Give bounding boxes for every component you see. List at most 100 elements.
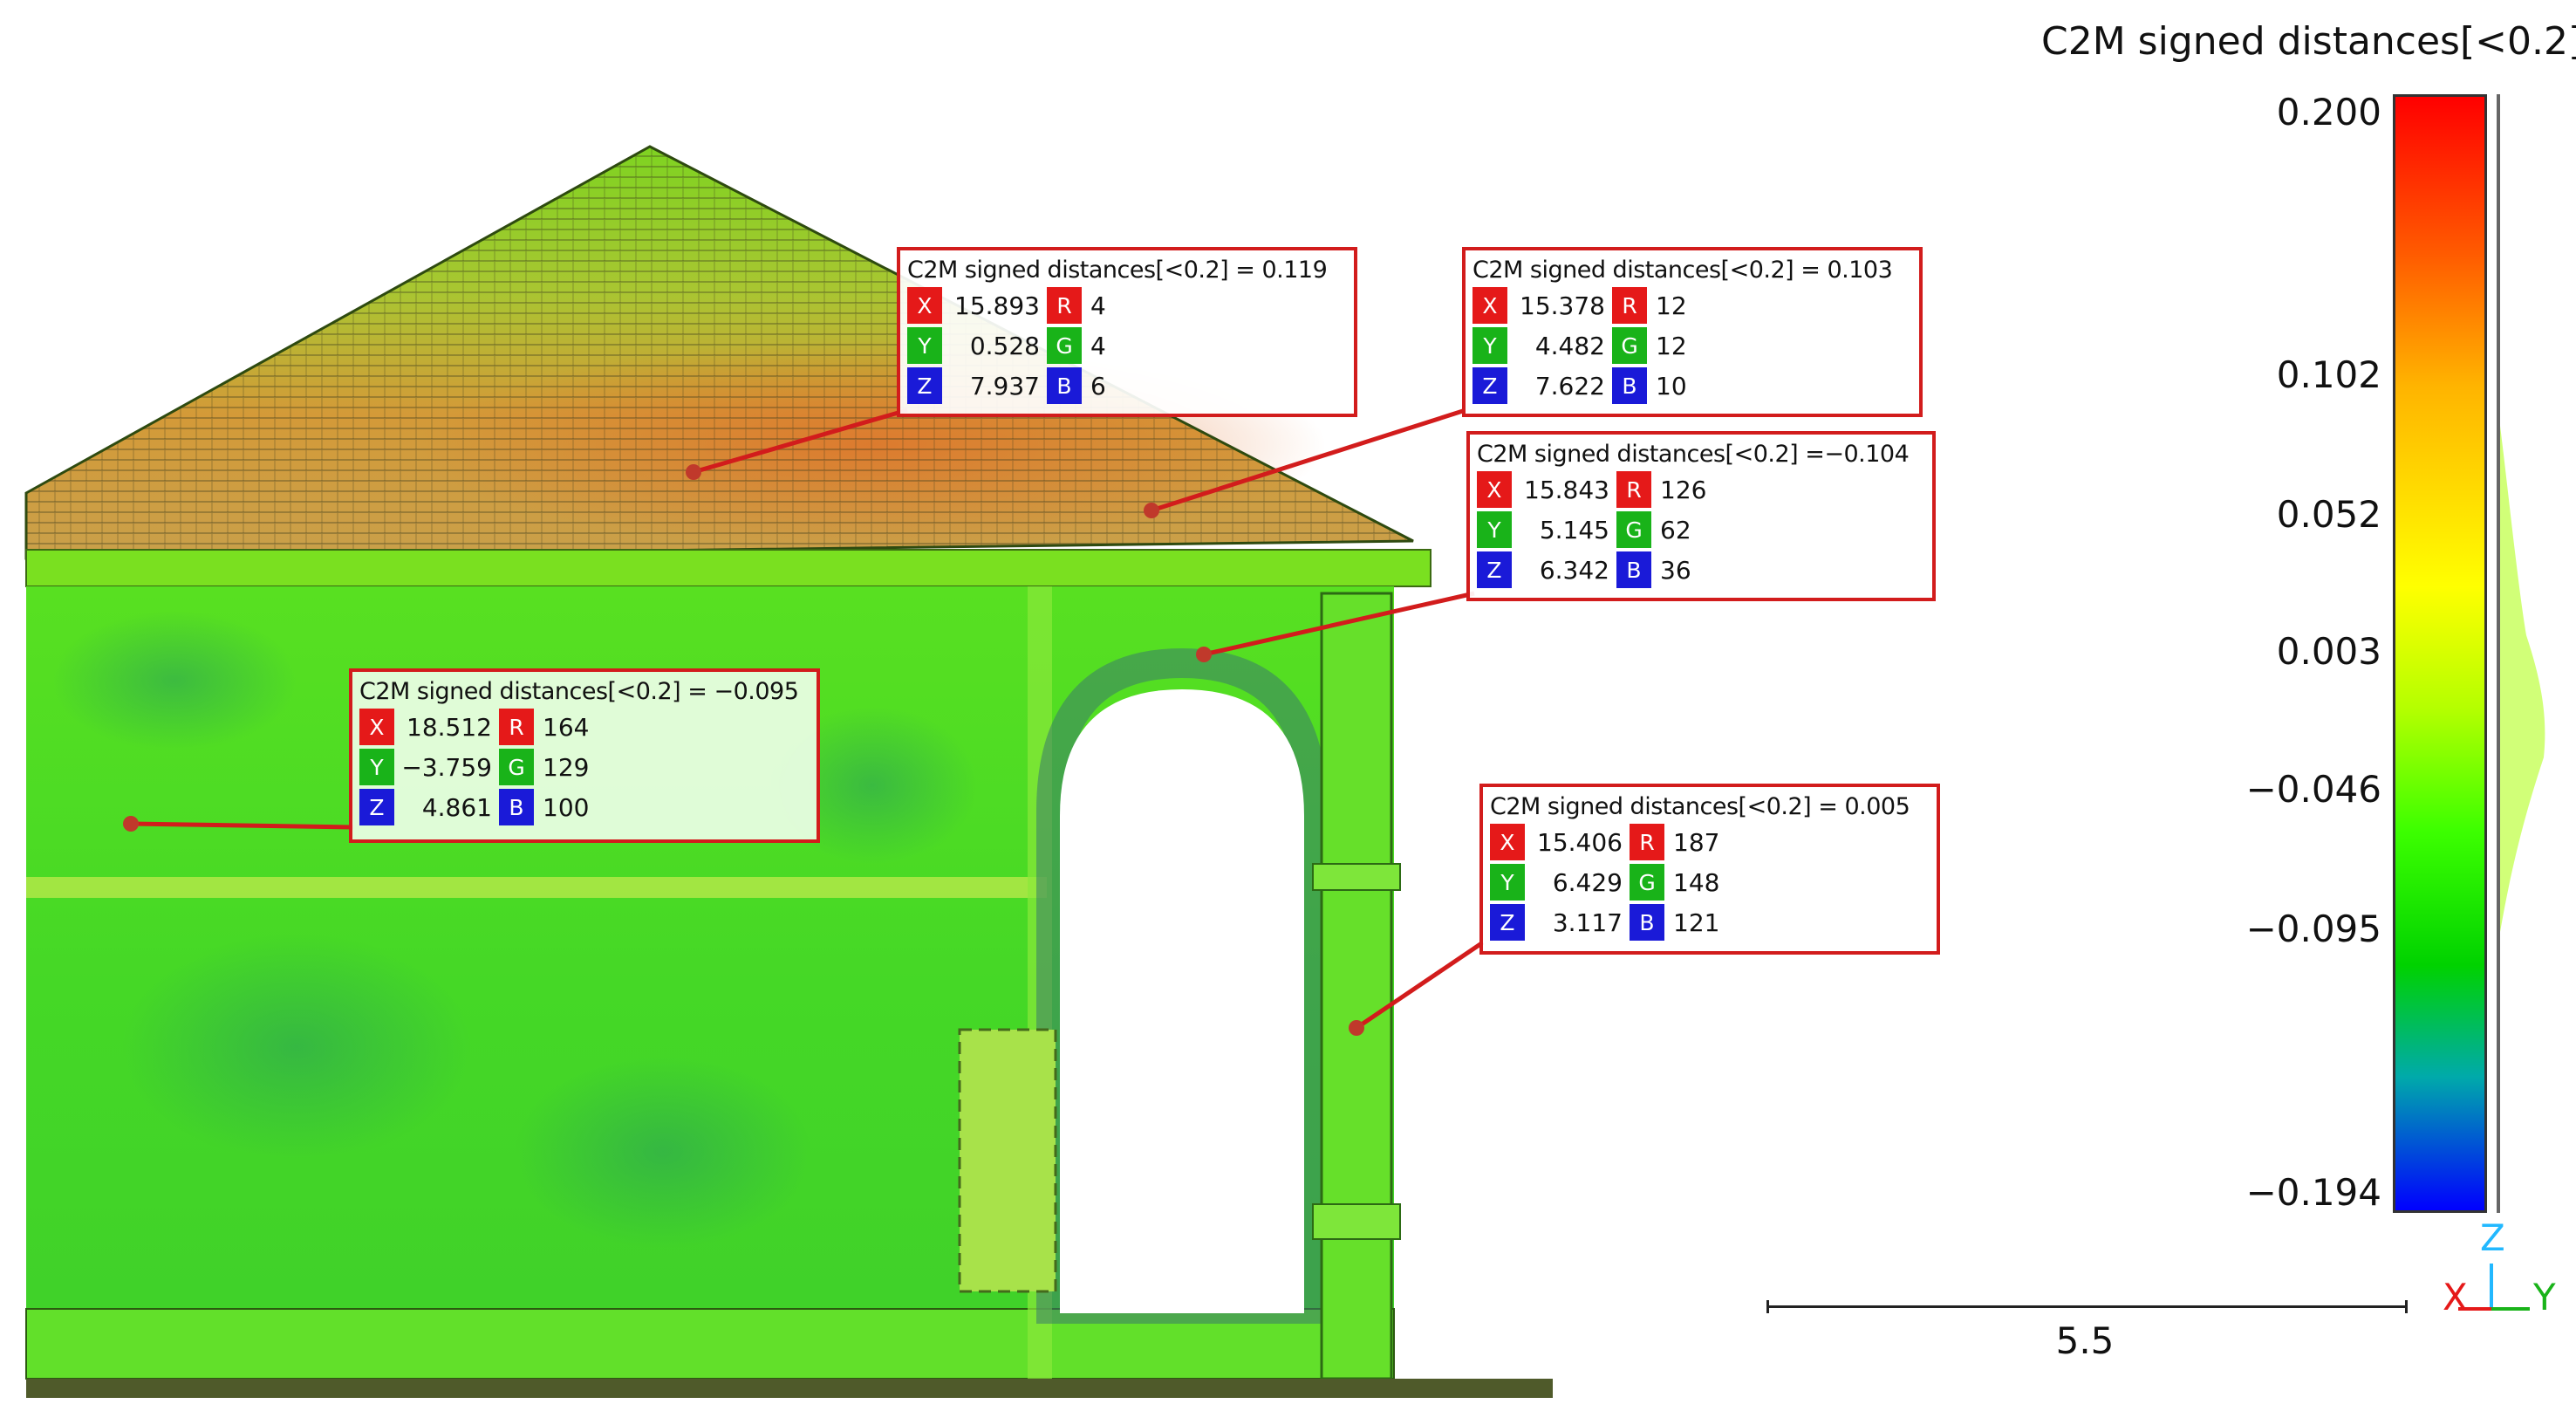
scale-tick-6: −0.194 xyxy=(2245,1171,2381,1214)
x-tag: X xyxy=(907,287,942,324)
z-value: 7.937 xyxy=(969,371,1040,401)
r-tag: R xyxy=(1616,471,1651,508)
r-value: 187 xyxy=(1673,827,1720,857)
g-tag: G xyxy=(499,749,534,785)
r-value: 164 xyxy=(543,712,590,742)
ruler-end-right xyxy=(2405,1300,2408,1313)
r-tag: R xyxy=(1612,287,1647,324)
y-tag: Y xyxy=(359,749,394,785)
g-tag: G xyxy=(1630,864,1664,901)
b-value: 10 xyxy=(1656,371,1687,401)
z-value: 6.342 xyxy=(1539,555,1609,585)
axis-x-label: X xyxy=(2443,1276,2468,1318)
column xyxy=(1312,592,1401,1380)
r-tag: R xyxy=(1047,287,1082,324)
picked-point-5 xyxy=(1349,1020,1364,1036)
b-value: 36 xyxy=(1660,555,1691,585)
axis-y-label: Y xyxy=(2533,1276,2556,1318)
label-title: C2M signed distances[<0.2] =−0.104 xyxy=(1477,441,1910,468)
b-value: 6 xyxy=(1090,371,1106,401)
y-tag: Y xyxy=(1477,511,1512,548)
scale-tick-4: −0.046 xyxy=(2245,768,2381,811)
b-value: 100 xyxy=(543,792,590,822)
z-tag: Z xyxy=(1490,904,1525,941)
g-value: 4 xyxy=(1090,331,1106,360)
b-tag: B xyxy=(1612,367,1647,404)
r-tag: R xyxy=(499,709,534,745)
b-tag: B xyxy=(499,789,534,825)
x-value: 15.843 xyxy=(1524,475,1609,504)
x-value: 15.893 xyxy=(954,291,1040,320)
b-tag: B xyxy=(1616,551,1651,588)
z-value: 4.861 xyxy=(421,792,492,822)
x-tag: X xyxy=(1472,287,1507,324)
ruler-line xyxy=(1766,1305,2408,1308)
g-value: 148 xyxy=(1673,867,1720,897)
z-value: 3.117 xyxy=(1552,907,1623,937)
label-title: C2M signed distances[<0.2] = 0.005 xyxy=(1490,793,1910,820)
picked-point-4 xyxy=(123,816,139,832)
scale-tick-1: 0.102 xyxy=(2276,353,2381,396)
b-tag: B xyxy=(1047,367,1082,404)
label-title: C2M signed distances[<0.2] = 0.103 xyxy=(1472,257,1893,284)
picked-point-3 xyxy=(1196,647,1212,662)
point-label-3[interactable]: C2M signed distances[<0.2] =−0.104 X 15.… xyxy=(1466,431,1936,601)
scale-title: C2M signed distances[<0.2] xyxy=(2041,19,2576,64)
x-value: 18.512 xyxy=(407,712,492,742)
scale-histogram xyxy=(2500,426,2545,932)
r-value: 12 xyxy=(1656,291,1687,320)
scale-tick-2: 0.052 xyxy=(2276,493,2381,536)
ruler-end-left xyxy=(1766,1300,1769,1313)
label-title: C2M signed distances[<0.2] = 0.119 xyxy=(907,257,1328,284)
picked-point-2 xyxy=(1144,503,1159,518)
ground xyxy=(26,1379,1553,1398)
label-title: C2M signed distances[<0.2] = −0.095 xyxy=(359,678,799,705)
picked-point-1 xyxy=(686,464,701,480)
y-value: −3.759 xyxy=(401,752,492,782)
g-value: 129 xyxy=(543,752,590,782)
point-label-4[interactable]: C2M signed distances[<0.2] = −0.095 X 18… xyxy=(349,668,820,843)
axis-z-label: Z xyxy=(2480,1216,2505,1259)
b-value: 121 xyxy=(1673,907,1720,937)
z-tag: Z xyxy=(1477,551,1512,588)
g-value: 12 xyxy=(1656,331,1687,360)
g-tag: G xyxy=(1047,327,1082,364)
x-value: 15.378 xyxy=(1520,291,1605,320)
z-value: 7.622 xyxy=(1534,371,1605,401)
x-tag: X xyxy=(1490,824,1525,860)
z-tag: Z xyxy=(359,789,394,825)
z-tag: Z xyxy=(907,367,942,404)
point-label-1[interactable]: C2M signed distances[<0.2] = 0.119 X 15.… xyxy=(897,247,1357,417)
x-value: 15.406 xyxy=(1537,827,1623,857)
point-label-5[interactable]: C2M signed distances[<0.2] = 0.005 X 15.… xyxy=(1479,784,1940,955)
x-tag: X xyxy=(359,709,394,745)
arch-opening xyxy=(1036,647,1328,1324)
y-value: 6.429 xyxy=(1552,867,1623,897)
g-tag: G xyxy=(1616,511,1651,548)
g-tag: G xyxy=(1612,327,1647,364)
r-value: 4 xyxy=(1090,291,1106,320)
y-tag: Y xyxy=(1490,864,1525,901)
color-scale-bar xyxy=(2393,94,2487,1213)
scale-ruler xyxy=(1766,1300,2408,1314)
point-label-2[interactable]: C2M signed distances[<0.2] = 0.103 X 15.… xyxy=(1462,247,1923,417)
g-value: 62 xyxy=(1660,515,1691,544)
y-value: 0.528 xyxy=(969,331,1040,360)
z-tag: Z xyxy=(1472,367,1507,404)
3d-viewport[interactable]: C2M signed distances[<0.2] = 0.119 X 15.… xyxy=(0,0,2576,1404)
b-tag: B xyxy=(1630,904,1664,941)
scale-tick-3: 0.003 xyxy=(2276,630,2381,673)
x-tag: X xyxy=(1477,471,1512,508)
y-value: 5.145 xyxy=(1539,515,1609,544)
y-tag: Y xyxy=(907,327,942,364)
axis-tripod-icon: Z X Y xyxy=(2443,1211,2573,1325)
scale-tick-5: −0.095 xyxy=(2245,907,2381,950)
eave xyxy=(25,549,1431,587)
stone-patch xyxy=(958,1028,1057,1293)
ruler-label: 5.5 xyxy=(2055,1319,2115,1362)
scale-tick-0: 0.200 xyxy=(2276,91,2381,134)
y-value: 4.482 xyxy=(1534,331,1605,360)
r-value: 126 xyxy=(1660,475,1707,504)
y-tag: Y xyxy=(1472,327,1507,364)
r-tag: R xyxy=(1630,824,1664,860)
